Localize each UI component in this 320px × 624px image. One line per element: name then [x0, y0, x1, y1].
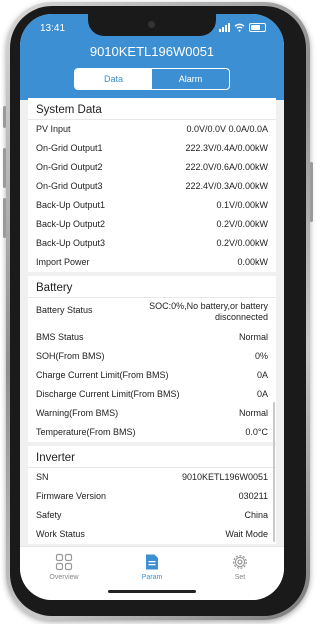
- row-label: PV Input: [36, 124, 71, 134]
- camera-icon: [148, 21, 155, 28]
- data-row: Import Power 0.00kW: [28, 253, 276, 272]
- data-row: BMS Status Normal: [28, 328, 276, 347]
- nav-set[interactable]: Set: [196, 547, 284, 600]
- power-button: [310, 162, 313, 222]
- nav-label: Set: [234, 574, 246, 581]
- wifi-icon: [234, 23, 245, 32]
- tab-data[interactable]: Data: [75, 69, 152, 89]
- phone-frame: 13:41 9010KETL196W0051 Data Alarm System…: [3, 2, 313, 620]
- row-value: China: [244, 510, 268, 520]
- app-screen: 13:41 9010KETL196W0051 Data Alarm System…: [20, 14, 284, 600]
- row-label: SN: [36, 472, 49, 482]
- battery-status-line2: disconnected: [214, 312, 268, 322]
- nav-label: Overview: [49, 574, 79, 581]
- data-row: On-Grid Output1 222.3V/0.4A/0.00kW: [28, 139, 276, 158]
- row-value: 222.4V/0.3A/0.00kW: [185, 181, 268, 191]
- battery-status-line1: SOC:0%,No battery,or battery: [149, 301, 268, 311]
- row-value: 0.0°C: [245, 427, 268, 437]
- section-title: Battery: [28, 276, 276, 298]
- row-value: 0.0V/0.0V 0.0A/0.0A: [186, 124, 268, 134]
- row-label: Import Power: [36, 257, 90, 267]
- row-value: SOC:0%,No battery,or battery disconnecte…: [149, 301, 268, 323]
- tab-alarm[interactable]: Alarm: [152, 69, 229, 89]
- data-row: SOH(From BMS) 0%: [28, 347, 276, 366]
- row-label: Firmware Version: [36, 491, 107, 501]
- data-row: PV Input 0.0V/0.0V 0.0A/0.0A: [28, 120, 276, 139]
- data-row: Work Status Wait Mode: [28, 525, 276, 544]
- app-header: 13:41 9010KETL196W0051 Data Alarm: [20, 14, 284, 100]
- row-value: 0.1V/0.00kW: [216, 200, 268, 210]
- signal-icon: [219, 23, 230, 32]
- row-label: Safety: [36, 510, 62, 520]
- row-label: Work Status: [36, 529, 85, 539]
- row-label: Discharge Current Limit(From BMS): [36, 389, 180, 399]
- row-value: 222.0V/0.6A/0.00kW: [185, 162, 268, 172]
- data-row: Back-Up Output2 0.2V/0.00kW: [28, 215, 276, 234]
- section-title: Inverter: [28, 446, 276, 468]
- row-value: 222.3V/0.4A/0.00kW: [185, 143, 268, 153]
- data-row: Firmware Version 030211: [28, 487, 276, 506]
- device-title: 9010KETL196W0051: [89, 44, 215, 59]
- scrollbar[interactable]: [273, 402, 275, 542]
- document-icon: [146, 554, 158, 570]
- row-value: Wait Mode: [225, 529, 268, 539]
- param-content[interactable]: System Data PV Input 0.0V/0.0V 0.0A/0.0A …: [28, 98, 276, 546]
- row-label: Back-Up Output1: [36, 200, 106, 210]
- row-value: 0.2V/0.00kW: [216, 219, 268, 229]
- row-value: 9010KETL196W0051: [181, 472, 268, 482]
- row-value: 0.00kW: [237, 257, 268, 267]
- row-value: Normal: [238, 408, 268, 418]
- row-label: SOH(From BMS): [36, 351, 105, 361]
- row-label: Warning(From BMS): [36, 408, 119, 418]
- row-value: 0.2V/0.00kW: [216, 238, 268, 248]
- grid-icon: [55, 553, 73, 571]
- status-time: 13:41: [40, 23, 66, 34]
- row-label: Battery Status: [36, 305, 93, 315]
- data-row: Back-Up Output1 0.1V/0.00kW: [28, 196, 276, 215]
- data-row: Safety China: [28, 506, 276, 525]
- data-row: Warning(From BMS) Normal: [28, 404, 276, 423]
- row-label: Back-Up Output3: [36, 238, 106, 248]
- data-row: On-Grid Output2 222.0V/0.6A/0.00kW: [28, 158, 276, 177]
- status-icons: [219, 23, 266, 32]
- row-label: Temperature(From BMS): [36, 427, 136, 437]
- data-row: Temperature(From BMS) 0.0°C: [28, 423, 276, 442]
- data-row: Back-Up Output3 0.2V/0.00kW: [28, 234, 276, 253]
- row-label: On-Grid Output2: [36, 162, 103, 172]
- section-title: System Data: [28, 98, 276, 120]
- nav-overview[interactable]: Overview: [20, 547, 108, 600]
- mute-switch: [3, 106, 6, 128]
- notch: [88, 14, 216, 36]
- volume-up-button: [3, 148, 6, 188]
- gear-icon: [233, 555, 247, 569]
- data-row: Battery Status SOC:0%,No battery,or batt…: [28, 298, 276, 328]
- row-label: On-Grid Output1: [36, 143, 103, 153]
- battery-icon: [249, 23, 266, 32]
- system-data-section: System Data PV Input 0.0V/0.0V 0.0A/0.0A …: [28, 98, 276, 272]
- row-value: 0%: [254, 351, 268, 361]
- row-value: 0A: [256, 389, 268, 399]
- row-label: BMS Status: [36, 332, 84, 342]
- row-value: 0A: [256, 370, 268, 380]
- row-value: Normal: [238, 332, 268, 342]
- volume-down-button: [3, 198, 6, 238]
- data-row: SN 9010KETL196W0051: [28, 468, 276, 487]
- row-label: On-Grid Output3: [36, 181, 103, 191]
- row-label: Back-Up Output2: [36, 219, 106, 229]
- row-value: 030211: [238, 491, 268, 501]
- battery-section: Battery Battery Status SOC:0%,No battery…: [28, 276, 276, 442]
- status-bar: 13:41: [20, 14, 284, 42]
- row-label: Charge Current Limit(From BMS): [36, 370, 169, 380]
- data-row: Charge Current Limit(From BMS) 0A: [28, 366, 276, 385]
- inverter-section: Inverter SN 9010KETL196W0051 Firmware Ver…: [28, 446, 276, 544]
- data-row: On-Grid Output3 222.4V/0.3A/0.00kW: [28, 177, 276, 196]
- home-indicator: [108, 590, 196, 593]
- tab-switcher: Data Alarm: [74, 68, 230, 90]
- nav-label: Param: [141, 574, 163, 581]
- data-row: Discharge Current Limit(From BMS) 0A: [28, 385, 276, 404]
